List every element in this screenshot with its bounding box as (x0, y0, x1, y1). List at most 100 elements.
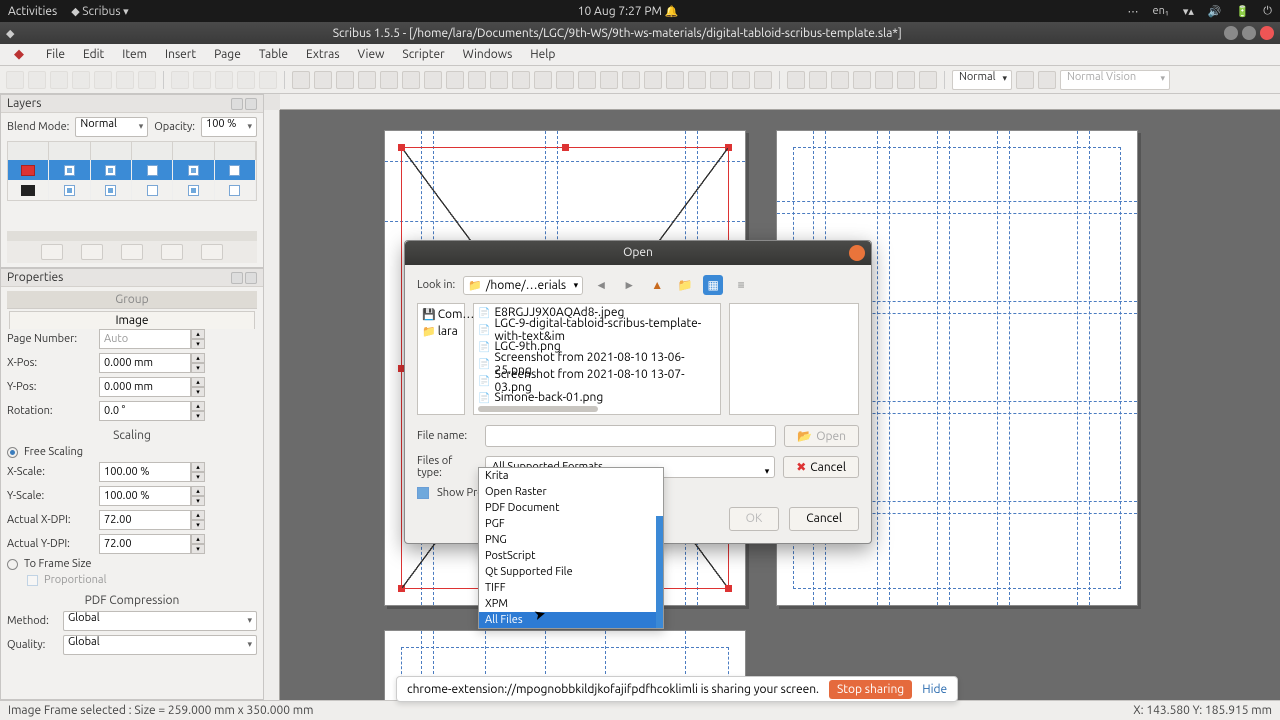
file-list[interactable]: 📄E8RGJJ9X0AQAd8-.jpeg 📄LGC-9-digital-tab… (473, 303, 721, 415)
tool-print-icon[interactable] (94, 71, 112, 89)
filename-input[interactable] (485, 425, 776, 447)
filetype-option[interactable]: PDF Document (479, 500, 663, 516)
xpos-spinner[interactable]: ▴▾ (99, 353, 205, 373)
stop-sharing-button[interactable]: Stop sharing (829, 680, 912, 699)
tool-pdf-push-icon[interactable] (787, 71, 805, 89)
tool-preview-icon[interactable] (1038, 71, 1056, 89)
layer-color-swatch[interactable] (21, 165, 35, 176)
ok-button[interactable]: OK (729, 507, 780, 531)
power-icon[interactable]: ⏻ (1263, 5, 1272, 18)
panel-shade-icon[interactable] (231, 98, 243, 110)
to-frame-size-radio[interactable] (7, 559, 18, 570)
cancel-button[interactable]: ✖Cancel (783, 456, 859, 478)
remove-layer-button[interactable] (81, 244, 103, 260)
filetype-option[interactable]: XPM (479, 596, 663, 612)
tool-cms-icon[interactable] (1016, 71, 1034, 89)
volume-icon[interactable]: 🔊 (1208, 5, 1222, 18)
tool-pdf-annot-icon[interactable] (897, 71, 915, 89)
tray-dots-icon[interactable]: ⋯ (1128, 5, 1139, 18)
panel-shade-icon[interactable] (231, 272, 243, 284)
layer-visible-checkbox[interactable] (64, 165, 75, 176)
menu-view[interactable]: View (350, 46, 393, 63)
layer-scrollbar[interactable] (7, 231, 257, 241)
tool-preflight-icon[interactable] (116, 71, 134, 89)
dropdown-scrollbar[interactable] (656, 516, 663, 628)
layer-row[interactable] (8, 160, 256, 180)
tool-arc-icon[interactable] (424, 71, 442, 89)
dup-layer-button[interactable] (121, 244, 143, 260)
col-color-icon[interactable] (8, 142, 49, 160)
ruler-corner[interactable] (264, 94, 280, 110)
battery-icon[interactable]: 🔋 (1236, 5, 1250, 18)
tool-undo-icon[interactable] (171, 71, 189, 89)
layer-flow-checkbox[interactable] (188, 165, 199, 176)
ruler-vertical[interactable] (264, 94, 280, 700)
language-indicator[interactable]: en₁ (1153, 5, 1169, 17)
activities-button[interactable]: Activities (8, 5, 57, 18)
folder-item[interactable]: 📁lara (422, 325, 460, 338)
filetype-option[interactable]: Krita (479, 468, 663, 484)
tool-redo-icon[interactable] (193, 71, 211, 89)
col-print-icon[interactable] (91, 142, 132, 160)
tool-copy-props-icon[interactable] (732, 71, 750, 89)
xscale-spinner[interactable]: ▴▾ (99, 462, 205, 482)
page-number-spinner[interactable]: ▴▾ (99, 329, 205, 349)
tool-unlink-frames-icon[interactable] (688, 71, 706, 89)
lower-layer-button[interactable] (201, 244, 223, 260)
yscale-spinner[interactable]: ▴▾ (99, 486, 205, 506)
tool-measure-icon[interactable] (710, 71, 728, 89)
cancel2-button[interactable]: Cancel (789, 507, 859, 531)
tool-copy-icon[interactable] (237, 71, 255, 89)
new-folder-button[interactable]: 📁 (675, 275, 695, 295)
tool-image-frame-icon[interactable] (336, 71, 354, 89)
tool-cut-icon[interactable] (215, 71, 233, 89)
menu-page[interactable]: Page (206, 46, 249, 63)
menu-scripter[interactable]: Scripter (394, 46, 452, 63)
filetype-option[interactable]: Qt Supported File (479, 564, 663, 580)
tool-line-icon[interactable] (490, 71, 508, 89)
window-close-button[interactable] (1260, 26, 1274, 40)
detail-view-button[interactable]: ≡ (731, 275, 751, 295)
menu-item[interactable]: Item (114, 46, 155, 63)
col-visible-icon[interactable] (49, 142, 90, 160)
tool-story-editor-icon[interactable] (644, 71, 662, 89)
layer-outline-checkbox[interactable] (229, 185, 240, 196)
menu-file[interactable]: File (38, 46, 73, 63)
tool-open-icon[interactable] (28, 71, 46, 89)
app-menu-icon[interactable]: ◆ Scribus ▾ (71, 5, 128, 18)
up-button[interactable]: ▲ (647, 275, 667, 295)
network-icon[interactable]: ▾▴ (1183, 5, 1194, 18)
add-layer-button[interactable] (41, 244, 63, 260)
tool-save-icon[interactable] (50, 71, 68, 89)
menu-help[interactable]: Help (522, 46, 563, 63)
tool-pdf-icon[interactable] (138, 71, 156, 89)
free-scaling-radio[interactable] (7, 447, 18, 458)
path-select[interactable]: 📁/home/…erials (463, 276, 583, 295)
actual-xdpi-spinner[interactable]: ▴▾ (99, 510, 205, 530)
tool-eyedropper-icon[interactable] (754, 71, 772, 89)
layer-visible-checkbox[interactable] (64, 185, 75, 196)
tool-pdf-text-icon[interactable] (809, 71, 827, 89)
opacity-spinner[interactable]: 100 % (201, 117, 257, 137)
file-list-scrollbar[interactable] (478, 406, 598, 412)
visual-appearance-select[interactable]: Normal Vision (1060, 70, 1170, 90)
panel-close-icon[interactable] (245, 272, 257, 284)
col-lock-icon[interactable] (132, 142, 173, 160)
filetype-option[interactable]: All Files (479, 612, 663, 628)
layer-flow-checkbox[interactable] (188, 185, 199, 196)
panel-close-icon[interactable] (245, 98, 257, 110)
menu-table[interactable]: Table (251, 46, 296, 63)
tool-new-icon[interactable] (6, 71, 24, 89)
tool-spiral-icon[interactable] (446, 71, 464, 89)
tool-edit-contents-icon[interactable] (622, 71, 640, 89)
back-button[interactable]: ◄ (591, 275, 611, 295)
tool-text-frame-icon[interactable] (314, 71, 332, 89)
col-outline-icon[interactable] (215, 142, 256, 160)
layer-lock-checkbox[interactable] (147, 165, 158, 176)
tool-pdf-list-icon[interactable] (875, 71, 893, 89)
filetype-option[interactable]: TIFF (479, 580, 663, 596)
layer-row[interactable] (8, 180, 256, 200)
dialog-close-button[interactable] (849, 245, 865, 261)
menu-edit[interactable]: Edit (75, 46, 112, 63)
folder-tree[interactable]: 💾Com… 📁lara (417, 303, 465, 415)
